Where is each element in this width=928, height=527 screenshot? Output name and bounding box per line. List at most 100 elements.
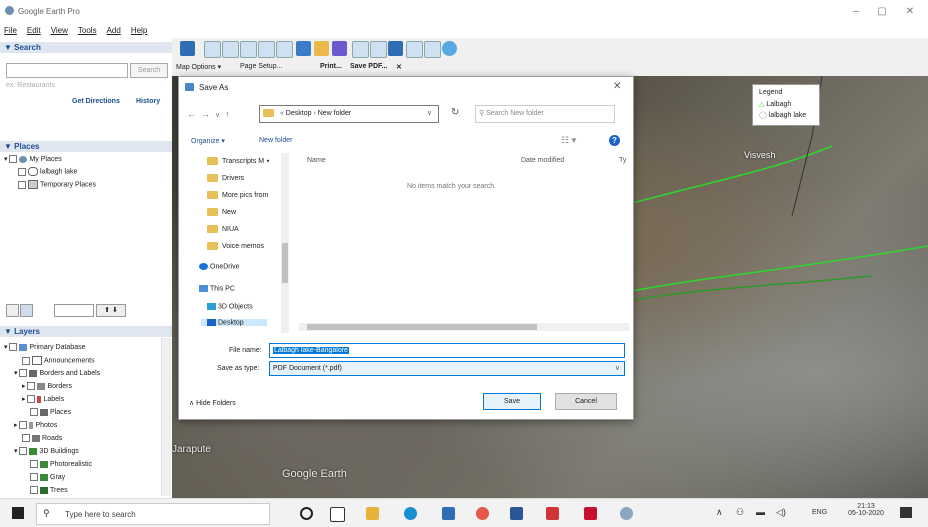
column-header-date[interactable]: Date modified <box>521 157 564 164</box>
hide-folders-toggle[interactable]: ∧ Hide Folders <box>189 399 236 407</box>
layer-item[interactable]: ▸ Photos <box>14 421 57 430</box>
polygon-icon[interactable] <box>222 41 239 58</box>
search-places-button[interactable] <box>6 304 19 317</box>
recent-chevron-icon[interactable]: ∨ <box>215 112 220 119</box>
address-bar[interactable]: « Desktop › New folder ∨ <box>259 105 439 123</box>
tree-item-temporary-places[interactable]: Temporary Places <box>18 180 96 189</box>
scrollbar-thumb[interactable] <box>282 243 288 283</box>
battery-icon[interactable]: ▬ <box>756 507 765 517</box>
layer-item[interactable]: Roads <box>22 434 62 442</box>
maximize-button[interactable]: ▢ <box>872 4 892 20</box>
ruler-icon[interactable] <box>352 41 369 58</box>
nav-item[interactable]: Drivers <box>207 174 244 182</box>
forward-arrow-icon[interactable]: → <box>201 109 210 119</box>
organize-button[interactable]: Organize ▾ <box>191 137 225 145</box>
path-icon[interactable] <box>240 41 257 58</box>
show-hidden-icons[interactable]: ∧ <box>716 507 723 518</box>
sidebar-toggle-icon[interactable] <box>180 41 195 56</box>
search-panel-header[interactable]: ▼ Search <box>0 42 172 53</box>
word-icon[interactable] <box>510 507 523 520</box>
places-filter-input[interactable] <box>54 304 94 317</box>
layer-item[interactable]: ▸ Borders <box>22 382 72 391</box>
layer-item[interactable]: Photorealistic <box>30 460 92 468</box>
email-icon[interactable] <box>370 41 387 58</box>
file-explorer-icon[interactable] <box>366 507 379 520</box>
chevron-down-icon[interactable]: ∨ <box>427 106 432 122</box>
layers-scrollbar[interactable] <box>161 338 171 496</box>
nav-item[interactable]: NIUA <box>207 225 239 233</box>
volume-icon[interactable]: ◁) <box>776 507 786 518</box>
places-panel-header[interactable]: ▼ Places <box>0 141 172 152</box>
layer-item[interactable]: ▾ Primary Database <box>4 343 86 352</box>
chrome-icon[interactable] <box>476 507 489 520</box>
page-setup-button[interactable]: Page Setup... <box>240 63 282 70</box>
notifications-icon[interactable] <box>900 507 912 518</box>
refresh-icon[interactable]: ↻ <box>451 107 459 118</box>
panel-toggle-button[interactable] <box>20 304 33 317</box>
print-button[interactable]: Print... <box>320 63 342 70</box>
view-options-icon[interactable]: ☷ ▾ <box>561 135 576 146</box>
clock[interactable]: 21:13 05-10-2020 <box>848 503 884 517</box>
windows-start-icon[interactable] <box>12 507 24 519</box>
save-button[interactable]: Save <box>483 393 541 410</box>
layer-item[interactable]: Gray <box>30 473 65 481</box>
layers-panel-header[interactable]: ▼ Layers <box>0 326 172 337</box>
sunlight-icon[interactable] <box>314 41 329 56</box>
view-in-maps-icon[interactable] <box>424 41 441 58</box>
language-indicator[interactable]: ENG <box>812 509 827 516</box>
menu-view[interactable]: View <box>51 24 68 38</box>
historical-imagery-icon[interactable] <box>296 41 311 56</box>
back-arrow-icon[interactable]: ← <box>187 109 196 119</box>
search-button[interactable]: Search <box>130 63 168 78</box>
google-earth-taskbar-icon[interactable] <box>620 507 633 520</box>
planets-icon[interactable] <box>332 41 347 56</box>
menu-add[interactable]: Add <box>107 24 121 38</box>
checkbox[interactable] <box>9 155 18 164</box>
layer-item[interactable]: ▾ Borders and Labels <box>14 369 100 378</box>
tree-item-my-places[interactable]: ▾ My Places <box>4 155 62 164</box>
nav-item-selected[interactable]: Desktop <box>201 319 267 327</box>
column-header-name[interactable]: Name <box>307 157 326 164</box>
image-overlay-icon[interactable] <box>258 41 275 58</box>
menu-edit[interactable]: Edit <box>27 24 41 38</box>
task-view-icon[interactable] <box>330 507 345 522</box>
edge-icon[interactable] <box>404 507 417 520</box>
minimize-button[interactable]: – <box>846 4 866 20</box>
new-folder-button[interactable]: New folder <box>259 137 292 144</box>
nav-item[interactable]: New <box>207 208 236 216</box>
layer-item[interactable]: Announcements <box>22 356 95 365</box>
cortana-icon[interactable] <box>300 507 313 520</box>
nav-scrollbar[interactable] <box>281 153 289 333</box>
earth-icon[interactable] <box>442 41 457 56</box>
help-icon[interactable]: ? <box>609 135 620 146</box>
breadcrumb-desktop[interactable]: Desktop <box>286 110 312 117</box>
nav-item[interactable]: 3D Objects <box>207 303 253 310</box>
nav-item[interactable]: More pics from <box>207 191 268 199</box>
checkbox[interactable] <box>18 167 26 176</box>
checkbox[interactable] <box>18 180 26 189</box>
close-button[interactable]: ✕ <box>900 4 920 20</box>
placemark-icon[interactable] <box>204 41 221 58</box>
menu-tools[interactable]: Tools <box>78 24 97 38</box>
nav-item[interactable]: OneDrive <box>199 263 240 270</box>
column-header-type[interactable]: Ty <box>619 157 626 164</box>
save-type-select[interactable]: PDF Document (*.pdf) ∨ <box>269 361 625 376</box>
print-icon[interactable] <box>388 41 403 56</box>
taskbar-search-box[interactable]: ⚲ Type here to search <box>36 503 270 525</box>
move-arrows-button[interactable]: ⬆ ⬇ <box>96 304 126 317</box>
up-arrow-icon[interactable]: ↑ <box>225 109 230 119</box>
scrollbar-thumb[interactable] <box>307 324 537 330</box>
save-pdf-button[interactable]: Save PDF... <box>350 63 387 70</box>
save-image-icon[interactable] <box>406 41 423 58</box>
record-tour-icon[interactable] <box>276 41 293 58</box>
layer-item[interactable]: ▸ Labels <box>22 395 64 404</box>
breadcrumb-new-folder[interactable]: New folder <box>318 110 351 117</box>
menu-file[interactable]: File <box>4 24 17 38</box>
dialog-close-button[interactable]: ✕ <box>613 81 621 92</box>
nav-item[interactable]: Transcripts M ⭑ <box>207 157 270 166</box>
layer-item[interactable]: Places <box>30 408 71 416</box>
nav-item[interactable]: Voice memos <box>207 242 264 250</box>
get-directions-link[interactable]: Get Directions <box>72 98 120 105</box>
file-name-input[interactable]: Lalbagh lake-Bangalore <box>269 343 625 358</box>
menu-help[interactable]: Help <box>131 24 147 38</box>
